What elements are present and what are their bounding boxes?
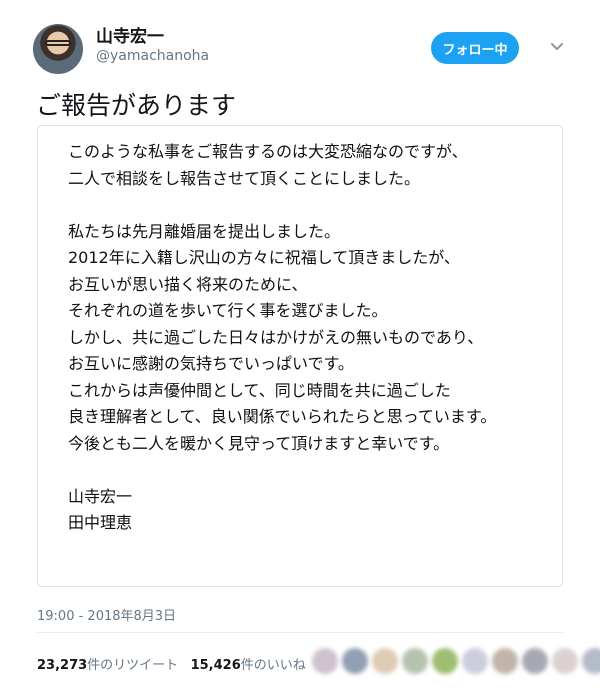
chevron-down-icon[interactable] xyxy=(549,38,565,54)
attached-image-card[interactable]: このような私事をご報告するのは大変恐縮なのですが、 二人で相談をし報告させて頂くこ… xyxy=(37,125,563,587)
retweet-count: 23,273 xyxy=(37,658,88,673)
tweet-timestamp[interactable]: 19:00 - 2018年8月3日 xyxy=(37,605,176,624)
divider xyxy=(37,632,563,633)
liker-avatar[interactable] xyxy=(372,648,398,674)
liker-avatar[interactable] xyxy=(462,648,488,674)
card-text-line: このような私事をご報告するのは大変恐縮なのですが、 xyxy=(68,142,468,161)
card-text-line: お互いに感謝の気持ちでいっぱいです。 xyxy=(68,354,354,373)
liker-avatar[interactable] xyxy=(492,648,518,674)
liker-avatar[interactable] xyxy=(582,648,600,674)
card-text-line: 田中理恵 xyxy=(68,513,133,532)
tweet-header: 山寺宏一 @yamachanoha フォロー中 xyxy=(0,0,600,80)
like-count: 15,426 xyxy=(190,658,241,673)
liker-avatar[interactable] xyxy=(522,648,548,674)
user-handle[interactable]: @yamachanoha xyxy=(96,48,209,64)
card-text-line: お互いが思い描く将来のために、 xyxy=(68,274,308,294)
card-text-line: 山寺宏一 xyxy=(68,486,133,506)
card-text-line: 良き理解者として、良い関係でいられたらと思っています。 xyxy=(68,407,497,426)
card-text-line: しかし、共に過ごした日々はかけがえの無いものであり、 xyxy=(68,327,484,347)
liker-avatars xyxy=(312,645,600,677)
card-text-line: 今後とも二人を暖かく見守って頂けますと幸いです。 xyxy=(68,433,450,453)
liker-avatar[interactable] xyxy=(342,648,368,674)
tweet-stats: 23,273件のリツイート 15,426件のいいね xyxy=(37,654,306,673)
liker-avatar[interactable] xyxy=(402,648,428,674)
liker-avatar[interactable] xyxy=(552,648,578,674)
user-name[interactable]: 山寺宏一 xyxy=(96,22,164,47)
liker-avatar[interactable] xyxy=(312,648,338,674)
retweet-label: 件のリツイート xyxy=(87,658,179,673)
card-text-line: 私たちは先月離婚届を提出しました。 xyxy=(68,221,341,241)
card-text-line: 二人で相談をし報告させて頂くことにしました。 xyxy=(68,168,421,188)
card-text-line: これからは声優仲間として、同じ時間を共に過ごした xyxy=(68,380,451,400)
like-stat[interactable]: 15,426件のいいね xyxy=(191,658,306,673)
liker-avatar[interactable] xyxy=(432,648,458,674)
retweet-stat[interactable]: 23,273件のリツイート xyxy=(37,658,178,673)
card-text-line: それぞれの道を歩いて行く事を選びました。 xyxy=(68,301,388,320)
following-button[interactable]: フォロー中 xyxy=(431,32,519,64)
tweet-text: ご報告があります xyxy=(36,91,237,120)
user-avatar[interactable] xyxy=(33,24,83,74)
like-label: 件のいいね xyxy=(240,658,306,673)
card-text-line: 2012年に入籍し沢山の方々に祝福して頂きましたが、 xyxy=(68,248,460,267)
